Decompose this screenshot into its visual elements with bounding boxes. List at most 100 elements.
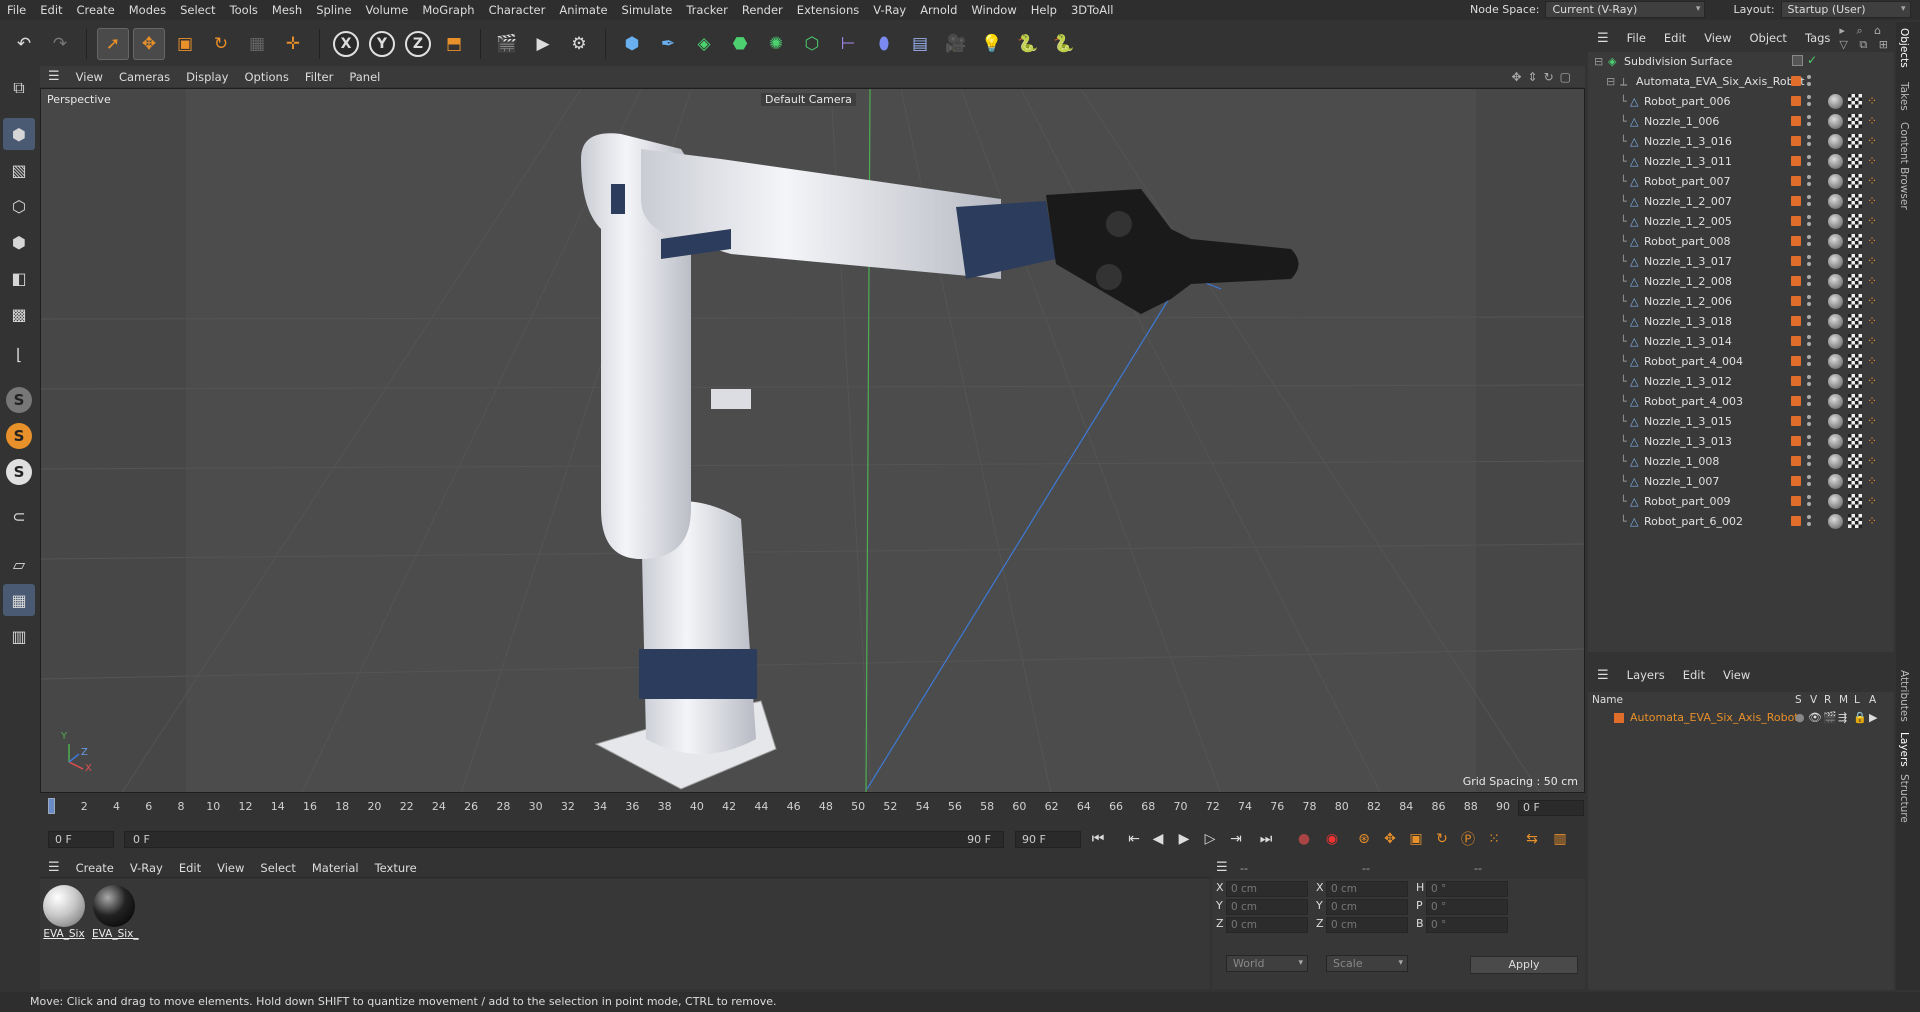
- texture-tag-icon[interactable]: [1848, 334, 1862, 348]
- layer-color-icon[interactable]: [1791, 316, 1801, 326]
- y-axis-toggle[interactable]: Y: [366, 28, 398, 60]
- material-tag-icon[interactable]: [1828, 194, 1843, 209]
- material-swatch[interactable]: EVA_Six_: [92, 885, 139, 943]
- viewport-nav-icons[interactable]: ✥⇕↻▢: [1511, 70, 1577, 84]
- vray-tag-icon[interactable]: ⁘: [1867, 514, 1881, 528]
- menu-simulate[interactable]: Simulate: [615, 0, 680, 20]
- layout-dropdown[interactable]: Startup (User): [1780, 1, 1911, 18]
- python-script-icon[interactable]: 🐍: [1048, 28, 1080, 60]
- viewport-menu-cameras[interactable]: Cameras: [111, 70, 178, 84]
- visibility-dots-icon[interactable]: [1807, 134, 1811, 148]
- uv-mode-icon[interactable]: ▩: [3, 298, 35, 330]
- texture-tag-icon[interactable]: [1848, 414, 1862, 428]
- viewport-menu-icon[interactable]: ☰: [40, 69, 68, 84]
- layer-color-icon[interactable]: [1791, 476, 1801, 486]
- collapse-icon[interactable]: ⊟: [1606, 75, 1618, 88]
- object-row[interactable]: └ △ Nozzle_1_2_005 ⁘: [1588, 212, 1894, 232]
- layers-menu-icon[interactable]: ☰: [1588, 668, 1618, 683]
- object-row[interactable]: └ △ Nozzle_1_3_013 ⁘: [1588, 432, 1894, 452]
- texture-tag-icon[interactable]: [1848, 134, 1862, 148]
- layer-color-icon[interactable]: [1791, 136, 1801, 146]
- texture-tag-icon[interactable]: [1848, 514, 1862, 528]
- vray-tag-icon[interactable]: ⁘: [1867, 354, 1881, 368]
- layer-color-icon[interactable]: [1791, 396, 1801, 406]
- texture-tag-icon[interactable]: [1848, 394, 1862, 408]
- material-menu-create[interactable]: Create: [68, 861, 122, 875]
- menu-create[interactable]: Create: [70, 0, 122, 20]
- visibility-dots-icon[interactable]: [1807, 234, 1811, 248]
- menu-mograph[interactable]: MoGraph: [415, 0, 481, 20]
- object-row[interactable]: └ △ Nozzle_1_3_016 ⁘: [1588, 132, 1894, 152]
- material-tag-icon[interactable]: [1828, 154, 1843, 169]
- viewport-menu-options[interactable]: Options: [236, 70, 296, 84]
- menu-extensions[interactable]: Extensions: [790, 0, 866, 20]
- object-row[interactable]: └ △ Nozzle_1_008 ⁘: [1588, 452, 1894, 472]
- model-mode-icon[interactable]: ⬢: [3, 118, 35, 150]
- object-row[interactable]: └ △ Robot_part_008 ⁘: [1588, 232, 1894, 252]
- scale-tool-icon[interactable]: ▣: [169, 28, 201, 60]
- vray-tag-icon[interactable]: ⁘: [1867, 274, 1881, 288]
- visibility-dots-icon[interactable]: [1807, 314, 1811, 328]
- mograph-icon[interactable]: ⬡: [796, 28, 828, 60]
- layer-color-icon[interactable]: [1791, 516, 1801, 526]
- menu-help[interactable]: Help: [1024, 0, 1064, 20]
- bend-icon[interactable]: ⊢: [832, 28, 864, 60]
- visibility-dots-icon[interactable]: [1807, 194, 1811, 208]
- render-view-icon[interactable]: ▶: [527, 28, 559, 60]
- object-row[interactable]: └ △ Robot_part_4_004 ⁘: [1588, 352, 1894, 372]
- texture-tag-icon[interactable]: [1848, 254, 1862, 268]
- viewport-menu-panel[interactable]: Panel: [341, 70, 388, 84]
- object-row[interactable]: └ △ Nozzle_1_3_014 ⁘: [1588, 332, 1894, 352]
- texture-tag-icon[interactable]: [1848, 274, 1862, 288]
- om-toolbar-icons[interactable]: ▸ ⌕ ⌂ ▽ ⧉ ⊞: [1839, 24, 1894, 52]
- om-menu-icon[interactable]: ☰: [1588, 31, 1618, 46]
- om-menu-tags[interactable]: Tags: [1796, 31, 1839, 45]
- texture-tag-icon[interactable]: [1848, 174, 1862, 188]
- menu-character[interactable]: Character: [482, 0, 553, 20]
- material-tag-icon[interactable]: [1828, 454, 1843, 469]
- vray-tag-icon[interactable]: ⁘: [1867, 394, 1881, 408]
- next-key-icon[interactable]: ⇥: [1224, 828, 1248, 850]
- redo-icon[interactable]: ↷: [44, 28, 76, 60]
- menu-3dtoall[interactable]: 3DToAll: [1064, 0, 1121, 20]
- material-tag-icon[interactable]: [1828, 374, 1843, 389]
- menu-file[interactable]: File: [0, 0, 33, 20]
- material-tag-icon[interactable]: [1828, 334, 1843, 349]
- z-axis-toggle[interactable]: Z: [402, 28, 434, 60]
- object-row[interactable]: └ △ Nozzle_1_3_015 ⁘: [1588, 412, 1894, 432]
- move-tool-icon[interactable]: ✥: [133, 28, 165, 60]
- layer-lock-icon[interactable]: 🔒: [1853, 711, 1867, 724]
- coordinate-mode-dropdown[interactable]: World: [1226, 955, 1308, 972]
- points-mode-icon[interactable]: ⬡: [3, 190, 35, 222]
- camera-label[interactable]: Default Camera: [761, 93, 856, 106]
- subdivision-icon[interactable]: ◈: [688, 28, 720, 60]
- visibility-dots-icon[interactable]: [1807, 374, 1811, 388]
- tab-objects[interactable]: Objects: [1898, 28, 1910, 68]
- visibility-dots-icon[interactable]: [1807, 254, 1811, 268]
- material-tag-icon[interactable]: [1828, 414, 1843, 429]
- texture-tag-icon[interactable]: [1848, 314, 1862, 328]
- workplane-snap-icon[interactable]: S: [3, 456, 35, 488]
- position-field[interactable]: 0 cm: [1226, 917, 1308, 933]
- material-menu-view[interactable]: View: [209, 861, 252, 875]
- tab-structure[interactable]: Structure: [1898, 774, 1910, 823]
- texture-tag-icon[interactable]: [1848, 374, 1862, 388]
- size-field[interactable]: 0 cm: [1326, 899, 1408, 915]
- layer-color-icon[interactable]: [1791, 216, 1801, 226]
- key-param-icon[interactable]: Ⓟ: [1456, 828, 1480, 850]
- layers-menu-view[interactable]: View: [1714, 668, 1759, 682]
- layer-color-icon[interactable]: [1791, 356, 1801, 366]
- timeline-ruler[interactable]: 0246810121416182022242628303234363840424…: [40, 796, 1585, 816]
- material-tag-icon[interactable]: [1828, 294, 1843, 309]
- timeline-scroll-icon[interactable]: ⇆: [1520, 828, 1544, 850]
- layer-visible-icon[interactable]: 👁: [1808, 711, 1822, 724]
- polygons-mode-icon[interactable]: ◧: [3, 262, 35, 294]
- play-icon[interactable]: ▶: [1172, 828, 1196, 850]
- key-position-icon[interactable]: ✥: [1378, 828, 1402, 850]
- material-tag-icon[interactable]: [1828, 114, 1843, 129]
- grid-icon[interactable]: ▦: [3, 584, 35, 616]
- tab-layers[interactable]: Layers: [1898, 732, 1910, 767]
- object-row[interactable]: └ △ Robot_part_6_002 ⁘: [1588, 512, 1894, 532]
- object-row-robot[interactable]: ⊟ ⟂ Automata_EVA_Six_Axis_Robot: [1588, 72, 1894, 92]
- node-space-dropdown[interactable]: Current (V-Ray): [1545, 1, 1706, 18]
